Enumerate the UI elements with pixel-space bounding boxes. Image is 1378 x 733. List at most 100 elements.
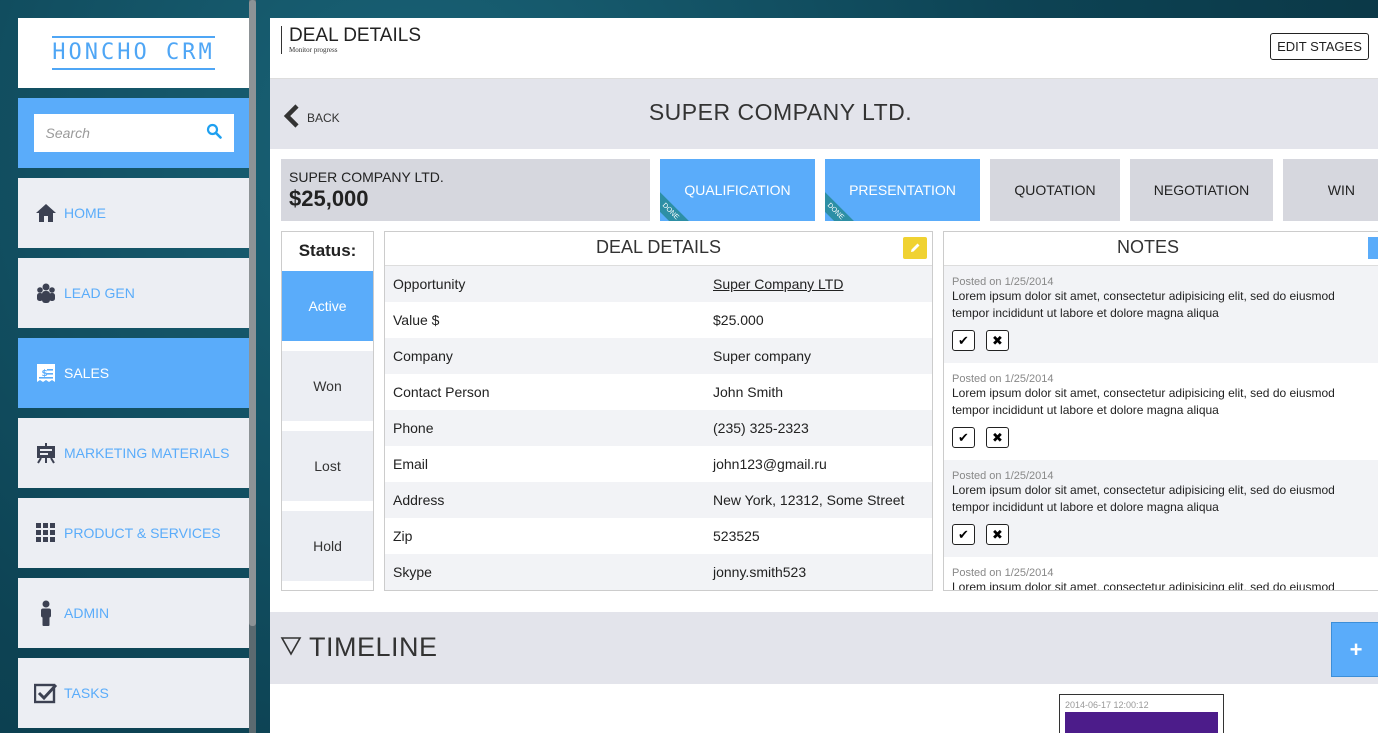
sidebar-item-label: MARKETING MATERIALS xyxy=(64,445,230,461)
row-value: $25.000 xyxy=(713,312,764,328)
row-value: New York, 12312, Some Street xyxy=(713,492,905,508)
sidebar-item-product-services[interactable]: PRODUCT & SERVICES xyxy=(18,498,249,568)
row-key: Address xyxy=(393,492,445,508)
close-icon[interactable]: ✖ xyxy=(986,524,1009,545)
stage-win[interactable]: WIN xyxy=(1283,159,1378,221)
search-icon[interactable] xyxy=(206,123,222,144)
status-heading: Status: xyxy=(298,241,357,260)
sidebar-item-sales[interactable]: $ SALES xyxy=(18,338,249,408)
search-field xyxy=(33,114,234,152)
status-option-active[interactable]: Active xyxy=(282,271,373,341)
deal-details-panel: DEAL DETAILS Opportunity Super Company LT… xyxy=(384,231,933,591)
table-row: Skype jonny.smith523 xyxy=(385,554,932,590)
stage-quotation[interactable]: QUOTATION xyxy=(990,159,1120,221)
check-icon[interactable]: ✔ xyxy=(952,427,975,448)
note-text: Lorem ipsum dolor sit amet, consectetur … xyxy=(952,580,1335,591)
timeline-toggle[interactable]: TIMELINE xyxy=(280,632,438,663)
note-text: Lorem ipsum dolor sit amet, consectetur … xyxy=(952,483,1335,514)
edit-pencil-icon[interactable] xyxy=(903,237,927,259)
deal-summary: SUPER COMPANY LTD. $25,000 xyxy=(281,159,650,221)
notes-heading: NOTES xyxy=(1116,237,1179,257)
sidebar-item-label: ADMIN xyxy=(64,605,110,621)
triangle-down-icon xyxy=(280,632,302,663)
deal-details-heading: DEAL DETAILS xyxy=(595,237,722,257)
check-icon[interactable]: ✔ xyxy=(952,524,975,545)
deal-details-header: DEAL DETAILS xyxy=(385,232,932,266)
timeline-bar: TIMELINE + xyxy=(270,612,1378,684)
company-bar: BACK SUPER COMPANY LTD. xyxy=(270,79,1378,149)
people-icon xyxy=(34,281,58,305)
list-item: Posted on 1/25/2014 Lorem ipsum dolor si… xyxy=(944,557,1378,591)
stage-label: NEGOTIATION xyxy=(1153,182,1250,198)
sidebar-item-marketing-materials[interactable]: MARKETING MATERIALS xyxy=(18,418,249,488)
sidebar-item-label: SALES xyxy=(64,365,110,381)
notes-panel[interactable]: NOTES Posted on 1/25/2014 Lorem ipsum do… xyxy=(943,231,1378,591)
person-icon xyxy=(34,600,58,626)
sidebar-item-label: HOME xyxy=(64,205,106,221)
checkbox-icon xyxy=(34,681,58,705)
sidebar-item-home[interactable]: HOME xyxy=(18,178,249,248)
row-value: (235) 325-2323 xyxy=(713,420,809,436)
status-panel: Status: Active Won Lost Hold xyxy=(281,231,374,591)
status-option-hold[interactable]: Hold xyxy=(282,511,373,581)
row-key: Opportunity xyxy=(393,276,466,292)
page-subtitle: Monitor progress xyxy=(289,46,338,54)
note-date: Posted on 1/25/2014 xyxy=(952,567,1054,579)
stage-presentation[interactable]: PRESENTATION DONE xyxy=(825,159,980,221)
sidebar-scrollbar-thumb[interactable] xyxy=(249,0,256,626)
row-key: Zip xyxy=(393,528,413,544)
top-bar: DEAL DETAILS Monitor progress EDIT STAGE… xyxy=(270,18,1378,79)
close-icon[interactable]: ✖ xyxy=(986,427,1009,448)
note-text: Lorem ipsum dolor sit amet, consectetur … xyxy=(952,289,1335,320)
page-title: DEAL DETAILS xyxy=(289,25,421,46)
table-row: Email john123@gmail.ru xyxy=(385,446,932,482)
note-actions: ✔ ✖ xyxy=(952,330,1374,351)
timeline-title: TIMELINE xyxy=(309,632,438,662)
deal-details-table: Opportunity Super Company LTD Value $ $25.… xyxy=(385,266,932,590)
timeline-entry[interactable]: 2014-06-17 12:00:12 xyxy=(1059,694,1224,733)
close-icon[interactable]: ✖ xyxy=(986,330,1009,351)
sidebar-item-tasks[interactable]: TASKS xyxy=(18,658,249,728)
row-key: Email xyxy=(393,456,429,472)
home-icon xyxy=(34,201,58,225)
sidebar-item-label: PRODUCT & SERVICES xyxy=(64,525,221,541)
note-date: Posted on 1/25/2014 xyxy=(952,276,1054,288)
search-input[interactable] xyxy=(45,125,196,141)
main-panel: DEAL DETAILS Monitor progress EDIT STAGE… xyxy=(270,18,1378,733)
check-icon[interactable]: ✔ xyxy=(952,330,975,351)
sidebar-item-admin[interactable]: ADMIN xyxy=(18,578,249,648)
stage-negotiation[interactable]: NEGOTIATION xyxy=(1130,159,1273,221)
search-container xyxy=(18,98,249,168)
note-date: Posted on 1/25/2014 xyxy=(952,373,1054,385)
stage-qualification[interactable]: QUALIFICATION DONE xyxy=(660,159,815,221)
row-key: Company xyxy=(393,348,453,364)
row-key: Value $ xyxy=(393,312,440,328)
notes-list: Posted on 1/25/2014 Lorem ipsum dolor si… xyxy=(944,266,1378,591)
summary-value: $25,000 xyxy=(289,186,369,211)
row-value: John Smith xyxy=(713,384,784,400)
row-key: Contact Person xyxy=(393,384,490,400)
company-title: SUPER COMPANY LTD. xyxy=(648,99,913,125)
summary-company: SUPER COMPANY LTD. xyxy=(289,169,444,185)
note-date: Posted on 1/25/2014 xyxy=(952,470,1054,482)
page-header: DEAL DETAILS Monitor progress xyxy=(281,26,421,54)
sidebar-item-lead-gen[interactable]: LEAD GEN xyxy=(18,258,249,328)
sidebar-item-label: LEAD GEN xyxy=(64,285,135,301)
opportunity-link[interactable]: Super Company LTD xyxy=(705,276,843,292)
logo-container[interactable]: HONCHO CRM xyxy=(18,18,249,88)
sidebar-item-label: TASKS xyxy=(64,685,109,701)
status-option-lost[interactable]: Lost xyxy=(282,431,373,501)
grid-icon xyxy=(34,521,58,545)
add-note-button[interactable] xyxy=(1368,237,1378,259)
table-row: Zip 523525 xyxy=(385,518,932,554)
row-value: jonny.smith523 xyxy=(713,564,807,580)
table-row: Value $ $25.000 xyxy=(385,302,932,338)
table-row: Address New York, 12312, Some Street xyxy=(385,482,932,518)
add-timeline-button[interactable]: + xyxy=(1331,622,1378,677)
table-row: Opportunity Super Company LTD xyxy=(385,266,932,302)
edit-stages-button[interactable]: EDIT STAGES xyxy=(1270,33,1369,60)
status-option-won[interactable]: Won xyxy=(282,351,373,421)
table-row: Company Super company xyxy=(385,338,932,374)
timeline-timestamp: 2014-06-17 12:00:12 xyxy=(1065,700,1149,710)
list-item: Posted on 1/25/2014 Lorem ipsum dolor si… xyxy=(944,363,1378,460)
